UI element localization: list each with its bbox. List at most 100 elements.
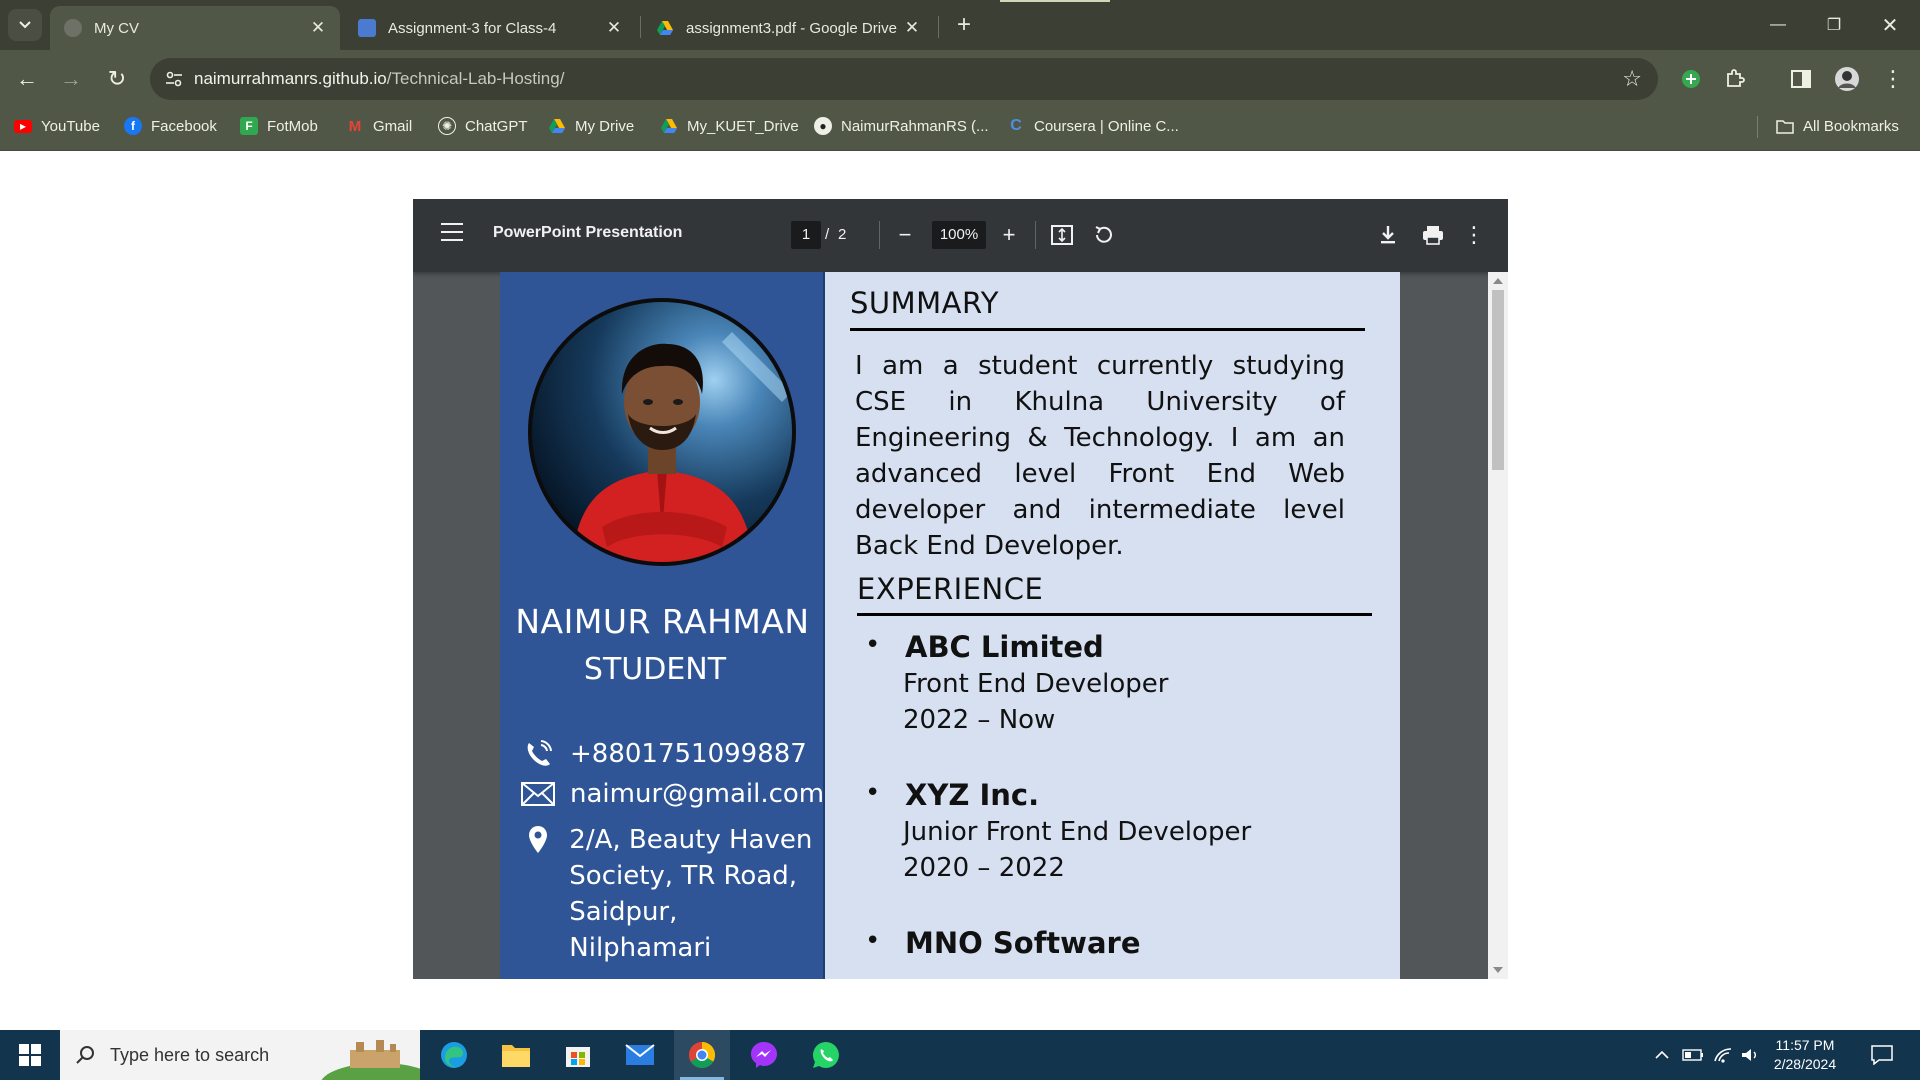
bookmark-fotmob[interactable]: F FotMob xyxy=(240,108,318,144)
facebook-icon: f xyxy=(124,117,142,135)
bookmark-star-icon[interactable]: ☆ xyxy=(1622,66,1642,92)
edge-icon xyxy=(441,1042,467,1068)
bookmark-separator xyxy=(1757,116,1758,138)
search-icon xyxy=(60,1045,110,1065)
messenger-app[interactable] xyxy=(736,1030,792,1080)
mail-app[interactable] xyxy=(612,1030,668,1080)
bookmark-facebook[interactable]: f Facebook xyxy=(124,108,217,144)
contact-phone: +8801751099887 xyxy=(518,736,807,772)
messenger-icon xyxy=(751,1042,777,1068)
reload-button[interactable]: ↻ xyxy=(100,62,134,96)
scroll-thumb[interactable] xyxy=(1492,290,1504,470)
location-pin-icon xyxy=(518,822,557,858)
store-icon xyxy=(566,1047,590,1067)
bookmark-chatgpt[interactable]: ✺ ChatGPT xyxy=(438,108,528,144)
fit-page-icon[interactable] xyxy=(1045,218,1079,252)
bookmark-label: ChatGPT xyxy=(465,117,528,135)
tab-assignment[interactable]: Assignment-3 for Class-4 ✕ xyxy=(344,6,636,50)
scroll-up-arrow[interactable] xyxy=(1493,278,1503,284)
close-tab-icon[interactable]: ✕ xyxy=(304,14,332,42)
extension-green-icon[interactable] xyxy=(1674,62,1708,96)
extensions-puzzle-icon[interactable] xyxy=(1718,62,1752,96)
restore-button[interactable]: ❐ xyxy=(1806,0,1862,50)
job-position: Front End Developer xyxy=(903,669,1169,699)
tab-title: My CV xyxy=(94,19,139,37)
coursera-icon: C xyxy=(1010,117,1022,134)
new-tab-button[interactable]: + xyxy=(948,9,980,41)
bookmark-label: NaimurRahmanRS (... xyxy=(841,117,989,135)
job-years: 2020 – 2022 xyxy=(903,853,1065,883)
system-clock[interactable]: 11:57 PM 2/28/2024 xyxy=(1760,1036,1850,1074)
bookmark-github[interactable]: ● NaimurRahmanRS (... xyxy=(814,108,989,144)
battery-icon[interactable] xyxy=(1680,1030,1706,1080)
bookmark-label: Gmail xyxy=(373,117,413,135)
all-bookmarks-button[interactable]: All Bookmarks xyxy=(1776,108,1899,144)
search-placeholder: Type here to search xyxy=(110,1044,270,1065)
tab-my-cv[interactable]: My CV ✕ xyxy=(50,6,340,50)
windows-start-button[interactable] xyxy=(0,1030,60,1080)
close-window-button[interactable]: ✕ xyxy=(1862,0,1918,50)
loading-globe-icon xyxy=(64,19,82,37)
drive-icon xyxy=(656,19,674,37)
phone-icon xyxy=(518,736,558,772)
whatsapp-app[interactable] xyxy=(798,1030,854,1080)
side-panel-icon[interactable] xyxy=(1784,62,1818,96)
bookmark-label: My Drive xyxy=(575,117,635,135)
show-hidden-icons[interactable] xyxy=(1650,1030,1674,1080)
browser-toolbar: ← → ↻ naimurrahmanrs.github.io/Technical… xyxy=(0,50,1920,108)
download-icon[interactable] xyxy=(1371,218,1405,252)
bullet: • xyxy=(865,778,881,808)
zoom-in-button[interactable]: + xyxy=(992,218,1026,252)
store-app[interactable] xyxy=(550,1030,606,1080)
tab-google-drive[interactable]: assignment3.pdf - Google Drive ✕ xyxy=(642,6,934,50)
tab-search-button[interactable] xyxy=(8,9,42,41)
zoom-input[interactable]: 100% xyxy=(932,221,986,249)
cv-name: NAIMUR RAHMAN xyxy=(515,602,810,641)
page-number-input[interactable]: 1 xyxy=(791,221,821,249)
pdf-scrollbar[interactable] xyxy=(1488,272,1508,979)
bullet: • xyxy=(865,926,881,956)
bookmark-youtube[interactable]: ▸ YouTube xyxy=(14,108,100,144)
volume-icon[interactable] xyxy=(1738,1030,1762,1080)
notification-center-icon[interactable] xyxy=(1862,1030,1902,1080)
tab-separator xyxy=(938,16,939,38)
profile-avatar[interactable] xyxy=(1830,62,1864,96)
bookmark-my-drive[interactable]: My Drive xyxy=(548,108,634,144)
bookmark-kuet-drive[interactable]: My_KUET_Drive xyxy=(660,108,799,144)
address-bar[interactable]: naimurrahmanrs.github.io/Technical-Lab-H… xyxy=(150,58,1658,100)
hamburger-menu-icon[interactable] xyxy=(441,223,463,241)
wifi-icon[interactable] xyxy=(1710,1030,1736,1080)
address-line: Saidpur, Nilphamari xyxy=(569,897,712,963)
folder-icon xyxy=(1776,117,1794,135)
page-content: PowerPoint Presentation 1 / 2 − 100% + ⋮ xyxy=(0,151,1920,1030)
cv-role: STUDENT xyxy=(583,652,727,687)
more-menu-icon[interactable]: ⋮ xyxy=(1876,62,1910,96)
print-icon[interactable] xyxy=(1416,218,1450,252)
address-line: Society, TR Road, xyxy=(569,861,798,891)
file-explorer-app[interactable] xyxy=(488,1030,544,1080)
bookmark-label: My_KUET_Drive xyxy=(687,117,799,135)
chatgpt-icon: ✺ xyxy=(438,117,456,135)
bookmark-gmail[interactable]: M Gmail xyxy=(346,108,412,144)
url-path: /Technical-Lab-Hosting/ xyxy=(386,69,565,88)
site-info-icon[interactable] xyxy=(154,71,194,87)
whatsapp-icon xyxy=(812,1041,839,1068)
taskbar-search[interactable]: Type here to search xyxy=(60,1030,420,1080)
close-tab-icon[interactable]: ✕ xyxy=(600,14,628,42)
more-actions-icon[interactable]: ⋮ xyxy=(1457,218,1491,252)
toolbar-divider xyxy=(879,221,880,249)
chrome-app[interactable] xyxy=(674,1030,730,1080)
close-tab-icon[interactable]: ✕ xyxy=(898,14,926,42)
bullet: • xyxy=(865,630,881,660)
bookmark-coursera[interactable]: C Coursera | Online C... xyxy=(1007,108,1179,144)
scroll-down-arrow[interactable] xyxy=(1493,967,1503,973)
edge-app[interactable] xyxy=(426,1030,482,1080)
forward-button[interactable]: → xyxy=(54,62,88,96)
cv-slide: NAIMUR RAHMAN STUDENT +8801751099887 nai… xyxy=(500,272,1400,979)
experience-heading: EXPERIENCE xyxy=(857,572,1044,606)
zoom-out-button[interactable]: − xyxy=(888,218,922,252)
rotate-icon[interactable] xyxy=(1086,218,1120,252)
folder-icon xyxy=(502,1045,530,1067)
minimize-button[interactable]: — xyxy=(1750,0,1806,50)
back-button[interactable]: ← xyxy=(10,62,44,96)
